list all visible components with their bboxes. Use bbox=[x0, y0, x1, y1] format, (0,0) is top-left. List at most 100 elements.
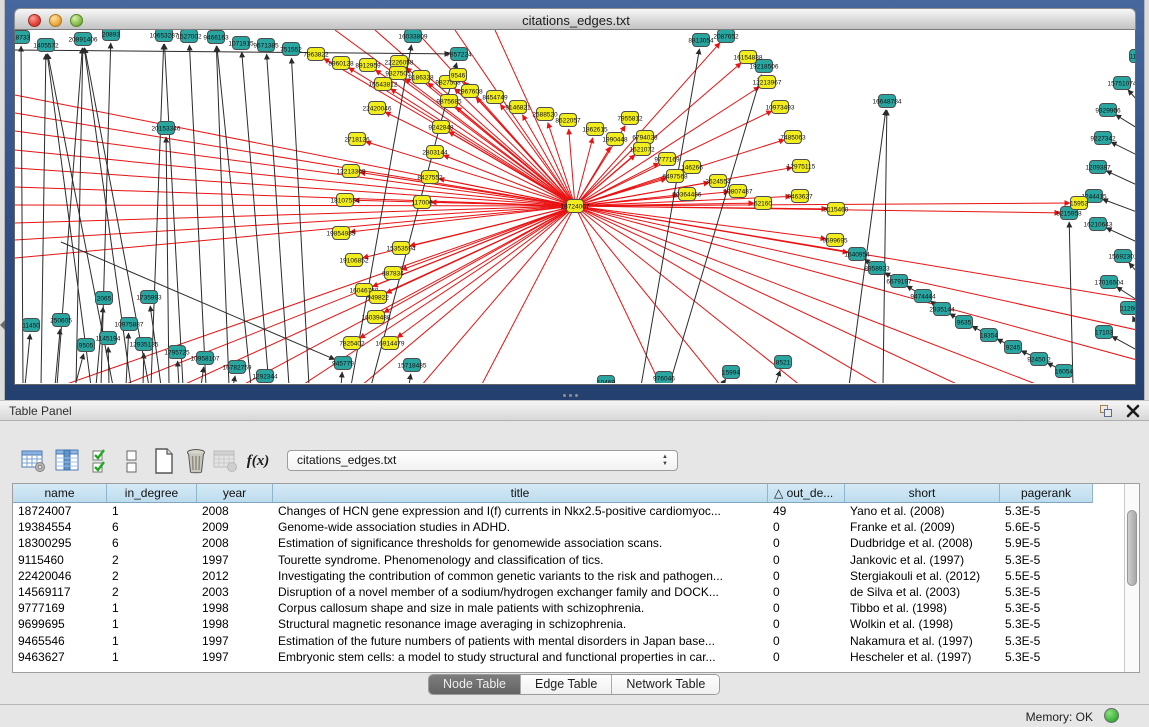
graph-node[interactable]: 10975887 bbox=[115, 318, 144, 331]
column-header-title[interactable]: title bbox=[273, 484, 768, 503]
graph-node[interactable]: 12975115 bbox=[787, 160, 816, 173]
graph-edge[interactable] bbox=[15, 131, 575, 206]
graph-node[interactable]: 11450 bbox=[22, 319, 40, 332]
table-row[interactable]: 1830029562008Estimation of significance … bbox=[13, 535, 1095, 551]
graph-edge[interactable] bbox=[85, 48, 149, 383]
graph-node[interactable]: 16054 bbox=[1055, 365, 1073, 378]
graph-edge[interactable] bbox=[1102, 199, 1135, 212]
graph-node[interactable]: 7825402 bbox=[339, 337, 365, 350]
graph-node[interactable]: 10958107 bbox=[191, 352, 220, 365]
graph-edge[interactable] bbox=[178, 361, 179, 383]
graph-edge[interactable] bbox=[1069, 222, 1073, 383]
close-panel-icon[interactable] bbox=[1126, 403, 1140, 419]
graph-node[interactable]: 17103 bbox=[1095, 326, 1113, 339]
graph-node[interactable]: 1735993 bbox=[136, 291, 162, 304]
graph-edge[interactable] bbox=[883, 110, 887, 383]
graph-edge[interactable] bbox=[15, 50, 450, 54]
graph-node[interactable]: 1621072 bbox=[629, 143, 655, 156]
table-row[interactable]: 977716911998Corpus callosum shape and si… bbox=[13, 600, 1095, 616]
graph-edge[interactable] bbox=[1106, 171, 1135, 185]
column-header-pagerank[interactable]: pagerank bbox=[1000, 484, 1093, 503]
graph-node[interactable]: 18354 bbox=[980, 329, 998, 342]
graph-node[interactable]: 2588520 bbox=[532, 108, 558, 121]
scrollbar-thumb[interactable] bbox=[1127, 510, 1137, 586]
graph-node[interactable]: 2967608 bbox=[457, 85, 483, 98]
graph-node[interactable]: 10653287 bbox=[150, 30, 179, 42]
graph-node[interactable]: 9635 bbox=[956, 316, 973, 329]
delete-table-icon[interactable] bbox=[182, 447, 210, 475]
graph-edge[interactable] bbox=[41, 54, 46, 383]
graph-edge[interactable] bbox=[15, 206, 575, 223]
graph-node[interactable]: 10469 bbox=[597, 376, 615, 384]
graph-node[interactable]: 3624554 bbox=[705, 175, 731, 188]
graph-edge[interactable] bbox=[267, 54, 289, 383]
graph-edge[interactable] bbox=[575, 206, 881, 383]
graph-node[interactable]: 18107554 bbox=[331, 194, 360, 207]
table-row[interactable]: 1456911722003Disruption of a novel membe… bbox=[13, 584, 1095, 600]
graph-node[interactable]: 9242848 bbox=[428, 121, 454, 134]
graph-edge[interactable] bbox=[15, 206, 575, 258]
graph-node[interactable]: 9699695 bbox=[822, 234, 848, 247]
graph-edge[interactable] bbox=[1128, 90, 1135, 100]
tab-network-table[interactable]: Network Table bbox=[612, 675, 719, 694]
graph-edge[interactable] bbox=[25, 334, 30, 383]
graph-node[interactable]: 1292344 bbox=[252, 370, 278, 383]
graph-node[interactable]: 8186328 bbox=[408, 71, 434, 84]
graph-canvas[interactable]: 1872400718733140557220891406208931065328… bbox=[14, 30, 1136, 385]
graph-node[interactable]: 20891406 bbox=[69, 33, 98, 46]
graph-node[interactable]: 62160 bbox=[754, 197, 772, 210]
table-row[interactable]: 1938455462009Genome-wide association stu… bbox=[13, 519, 1095, 535]
float-panel-icon[interactable] bbox=[1100, 405, 1114, 418]
graph-node[interactable]: 92450 2 bbox=[1027, 353, 1051, 366]
table-row[interactable]: 2242004622012Investigating the contribut… bbox=[13, 568, 1095, 584]
function-builder-icon[interactable]: f(x) bbox=[244, 447, 272, 475]
graph-edge[interactable] bbox=[15, 150, 575, 206]
graph-node[interactable]: 9463627 bbox=[787, 190, 813, 203]
graph-node[interactable]: 12213369 bbox=[337, 165, 366, 178]
graph-edge[interactable] bbox=[1106, 228, 1135, 242]
graph-edge[interactable] bbox=[76, 48, 83, 383]
graph-node[interactable]: 20153346 bbox=[152, 122, 181, 135]
graph-node[interactable]: 9671385 bbox=[253, 39, 279, 52]
graph-node[interactable]: 9546 bbox=[450, 69, 467, 82]
graph-edge[interactable] bbox=[391, 89, 575, 206]
column-header-year[interactable]: year bbox=[197, 484, 273, 503]
graph-edge[interactable] bbox=[721, 379, 726, 383]
graph-node[interactable]: 9146821 bbox=[505, 101, 531, 114]
graph-edge[interactable] bbox=[575, 206, 961, 383]
column-header-in_degree[interactable]: in_degree bbox=[107, 484, 197, 503]
graph-edge[interactable] bbox=[575, 206, 1060, 213]
table-row[interactable]: 946554611997Estimation of the future num… bbox=[13, 633, 1095, 649]
graph-node[interactable]: 1071915 bbox=[228, 37, 254, 50]
graph-node[interactable]: 1145194 bbox=[96, 332, 121, 345]
graph-node[interactable]: 887834 bbox=[382, 267, 404, 280]
graph-node[interactable]: 22420046 bbox=[363, 102, 392, 115]
graph-edge[interactable] bbox=[217, 46, 251, 383]
graph-edge[interactable] bbox=[575, 206, 1041, 383]
graph-node[interactable]: 1990448 bbox=[602, 133, 628, 146]
graph-node[interactable]: 1405572 bbox=[33, 39, 59, 52]
graph-edge[interactable] bbox=[189, 45, 206, 383]
graph-node[interactable]: 8958923 bbox=[864, 262, 890, 275]
graph-node[interactable]: 16648784 bbox=[873, 95, 902, 108]
graph-node[interactable]: 20893 bbox=[102, 30, 120, 41]
graph-node[interactable]: 9875685 bbox=[436, 95, 462, 108]
graph-node[interactable]: 19106852 bbox=[340, 254, 369, 267]
import-table-icon[interactable] bbox=[212, 447, 240, 475]
column-header-out_de[interactable]: △ out_de... bbox=[768, 484, 845, 503]
graph-node[interactable]: 9466163 bbox=[203, 31, 229, 44]
graph-edge[interactable] bbox=[151, 44, 164, 383]
graph-node[interactable]: 8521 bbox=[775, 356, 792, 369]
graph-edge[interactable] bbox=[126, 333, 129, 383]
unselect-all-icon[interactable] bbox=[118, 447, 146, 475]
graph-node[interactable]: 2065 bbox=[96, 292, 113, 305]
graph-edge[interactable] bbox=[1133, 316, 1135, 326]
tab-node-table[interactable]: Node Table bbox=[429, 675, 521, 694]
graph-node[interactable]: 9777169 bbox=[654, 153, 680, 166]
graph-node[interactable]: 1795725 bbox=[164, 346, 190, 359]
graph-edge[interactable] bbox=[341, 372, 342, 383]
graph-edge[interactable] bbox=[1129, 263, 1135, 272]
graph-edge[interactable] bbox=[575, 206, 661, 383]
table-vertical-scrollbar[interactable] bbox=[1124, 484, 1139, 672]
graph-edge[interactable] bbox=[108, 347, 109, 383]
